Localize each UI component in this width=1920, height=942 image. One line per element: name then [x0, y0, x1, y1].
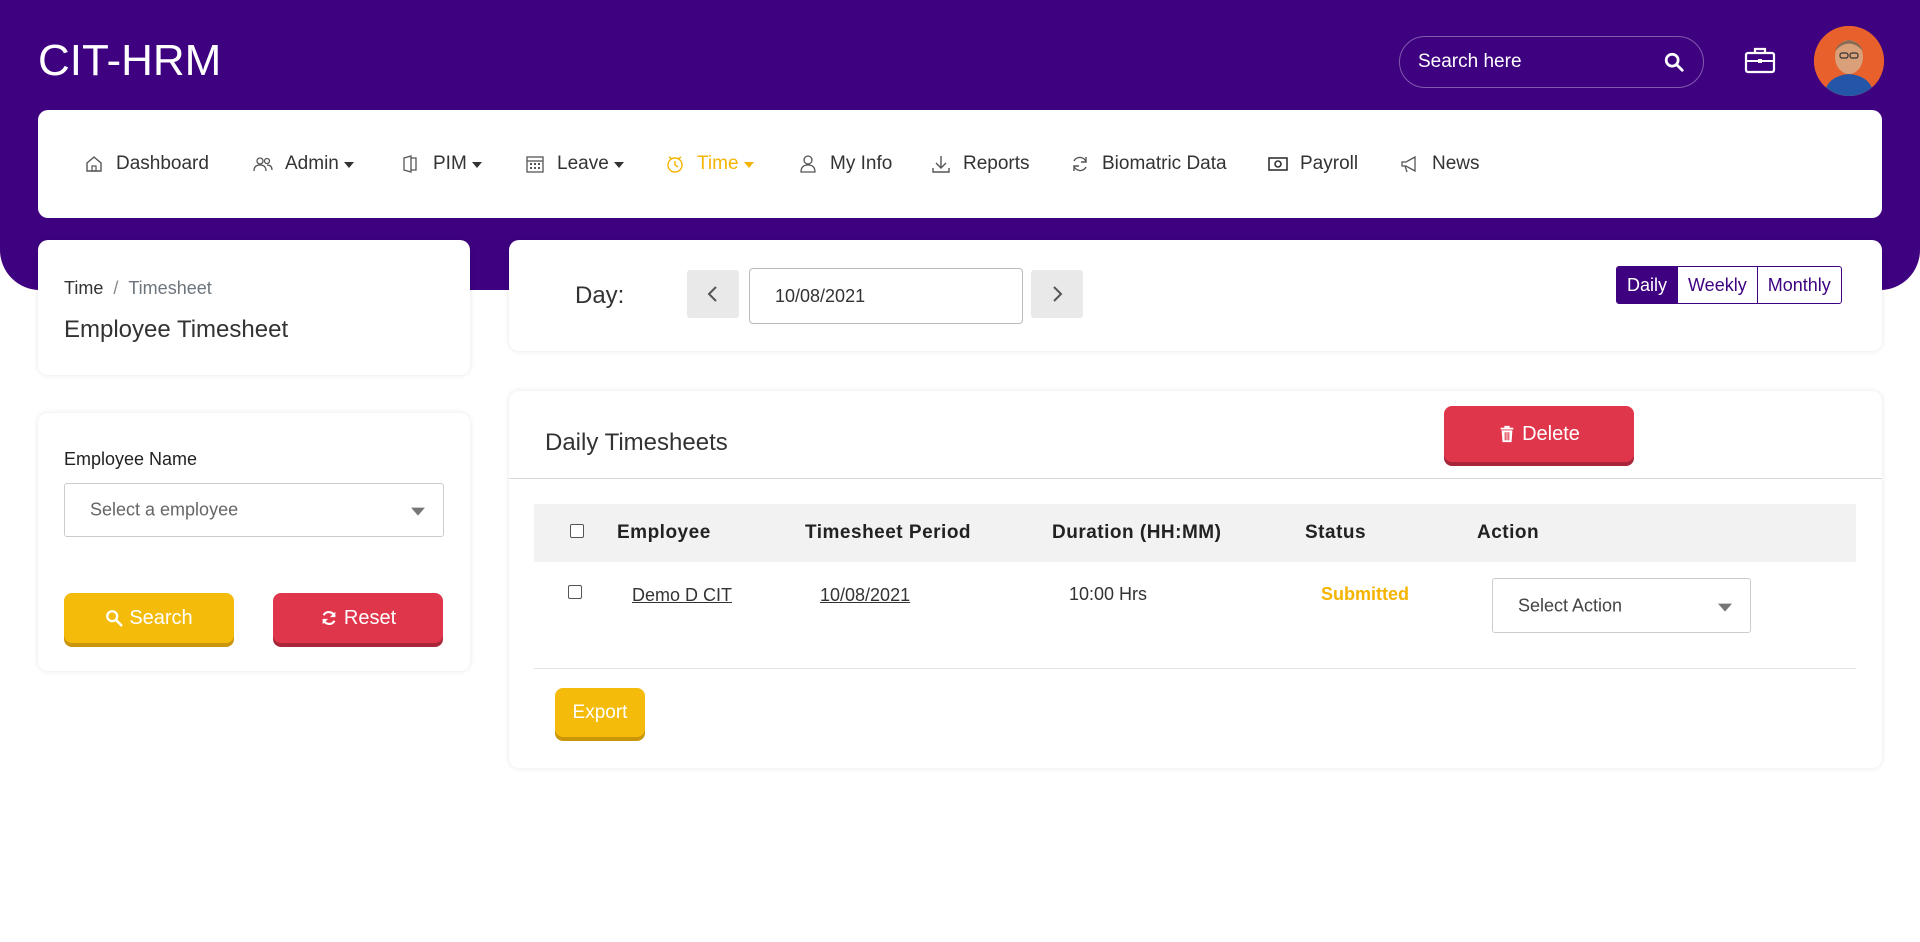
- view-monthly-button[interactable]: Monthly: [1758, 267, 1841, 303]
- reset-button[interactable]: Reset: [273, 593, 443, 643]
- nav-label: News: [1432, 153, 1480, 174]
- employee-link[interactable]: Demo D CIT: [632, 585, 732, 606]
- nav-label: Dashboard: [116, 153, 209, 174]
- search-box[interactable]: [1399, 36, 1704, 88]
- nav-pim[interactable]: PIM: [401, 150, 482, 178]
- nav-news[interactable]: News: [1400, 150, 1480, 178]
- delete-button-label: Delete: [1522, 422, 1580, 445]
- previous-day-button[interactable]: [687, 270, 739, 318]
- download-icon: [932, 156, 950, 173]
- nav-label: Time: [697, 153, 739, 174]
- day-label: Day:: [575, 282, 625, 309]
- nav-label: Payroll: [1300, 153, 1359, 174]
- search-button-label: Search: [129, 606, 193, 629]
- page-title: Employee Timesheet: [64, 316, 289, 343]
- search-button[interactable]: Search: [64, 593, 234, 643]
- nav-reports[interactable]: Reports: [931, 150, 1030, 178]
- column-timesheet-period: Timesheet Period: [805, 522, 972, 543]
- duration-cell: 10:00 Hrs: [1069, 584, 1148, 604]
- nav-label: Reports: [963, 153, 1030, 174]
- nav-label: Admin: [285, 153, 339, 174]
- app-title: CIT-HRM: [38, 36, 222, 85]
- refresh-icon: [1073, 156, 1087, 172]
- column-employee: Employee: [617, 522, 711, 543]
- employee-select-placeholder: Select a employee: [90, 499, 239, 520]
- search-icon: [106, 610, 123, 627]
- chevron-right-icon: [1053, 286, 1063, 302]
- user-photo-icon: [1814, 26, 1884, 96]
- nav-biomatric-data[interactable]: Biomatric Data: [1070, 150, 1227, 178]
- timesheet-period-link[interactable]: 10/08/2021: [820, 585, 910, 606]
- day-selector-card: Day: 10/08/2021 Daily Weekly Monthly: [509, 240, 1882, 351]
- money-icon: [1268, 157, 1288, 171]
- timesheets-card: Daily Timesheets Delete Employee Timeshe…: [509, 391, 1882, 768]
- nav-time[interactable]: Time: [665, 150, 754, 178]
- employee-name-label: Employee Name: [64, 449, 198, 469]
- column-action: Action: [1477, 522, 1540, 543]
- chevron-down-icon: [411, 507, 425, 516]
- breadcrumb-card: Time / Timesheet Employee Timesheet: [38, 240, 470, 375]
- avatar[interactable]: [1814, 26, 1884, 96]
- briefcase-icon[interactable]: [1744, 46, 1776, 74]
- main-navbar: Dashboard Admin PIM Leave Time My Info R…: [38, 110, 1882, 218]
- employee-select[interactable]: Select a employee: [64, 483, 444, 537]
- nav-dashboard[interactable]: Dashboard: [84, 150, 209, 178]
- nav-label: Biomatric Data: [1102, 153, 1227, 174]
- chevron-down-icon: [1718, 603, 1732, 612]
- search-icon[interactable]: [1663, 51, 1685, 73]
- timesheets-title: Daily Timesheets: [545, 429, 728, 456]
- next-day-button[interactable]: [1031, 270, 1083, 318]
- date-input[interactable]: 10/08/2021: [749, 268, 1023, 324]
- users-icon: [253, 157, 273, 172]
- chevron-down-icon: [743, 162, 754, 168]
- megaphone-icon: [1401, 155, 1416, 173]
- view-weekly-button[interactable]: Weekly: [1678, 267, 1758, 303]
- row-divider: [534, 668, 1856, 669]
- nav-leave[interactable]: Leave: [525, 150, 624, 178]
- nav-payroll[interactable]: Payroll: [1268, 150, 1358, 178]
- chevron-down-icon: [343, 162, 354, 168]
- breadcrumb-separator: /: [113, 278, 119, 298]
- delete-button[interactable]: Delete: [1444, 406, 1634, 462]
- view-daily-button[interactable]: Daily: [1617, 267, 1679, 303]
- nav-label: Leave: [557, 153, 609, 174]
- nav-admin[interactable]: Admin: [253, 150, 354, 178]
- nav-label: My Info: [830, 153, 893, 174]
- filter-card: Employee Name Select a employee Search R…: [38, 413, 470, 671]
- status-badge: Submitted: [1321, 584, 1409, 604]
- refresh-icon: [322, 611, 336, 625]
- search-input[interactable]: [1418, 37, 1658, 87]
- export-button-label: Export: [572, 701, 628, 723]
- column-duration: Duration (HH:MM): [1052, 522, 1222, 543]
- view-toggle: Daily Weekly Monthly: [1616, 266, 1842, 304]
- pim-icon: [403, 155, 417, 173]
- table-header: Employee Timesheet Period Duration (HH:M…: [534, 504, 1856, 562]
- action-select[interactable]: Select Action: [1492, 578, 1751, 633]
- nav-my-info[interactable]: My Info: [798, 150, 892, 178]
- chevron-down-icon: [471, 162, 482, 168]
- chevron-down-icon: [613, 162, 624, 168]
- clock-icon: [667, 156, 683, 173]
- select-all-checkbox[interactable]: [570, 524, 584, 538]
- home-icon: [86, 156, 102, 172]
- breadcrumb: Time / Timesheet: [64, 278, 212, 299]
- column-status: Status: [1305, 522, 1367, 543]
- breadcrumb-current: Timesheet: [128, 278, 212, 298]
- nav-label: PIM: [433, 153, 467, 174]
- action-select-placeholder: Select Action: [1518, 595, 1623, 615]
- divider: [509, 478, 1882, 479]
- reset-button-label: Reset: [343, 606, 397, 629]
- calendar-icon: [526, 156, 544, 173]
- export-button[interactable]: Export: [555, 688, 645, 737]
- user-icon: [800, 155, 816, 173]
- row-checkbox[interactable]: [568, 585, 582, 599]
- chevron-left-icon: [707, 286, 717, 302]
- trash-icon: [1500, 425, 1514, 443]
- breadcrumb-parent[interactable]: Time: [64, 278, 103, 298]
